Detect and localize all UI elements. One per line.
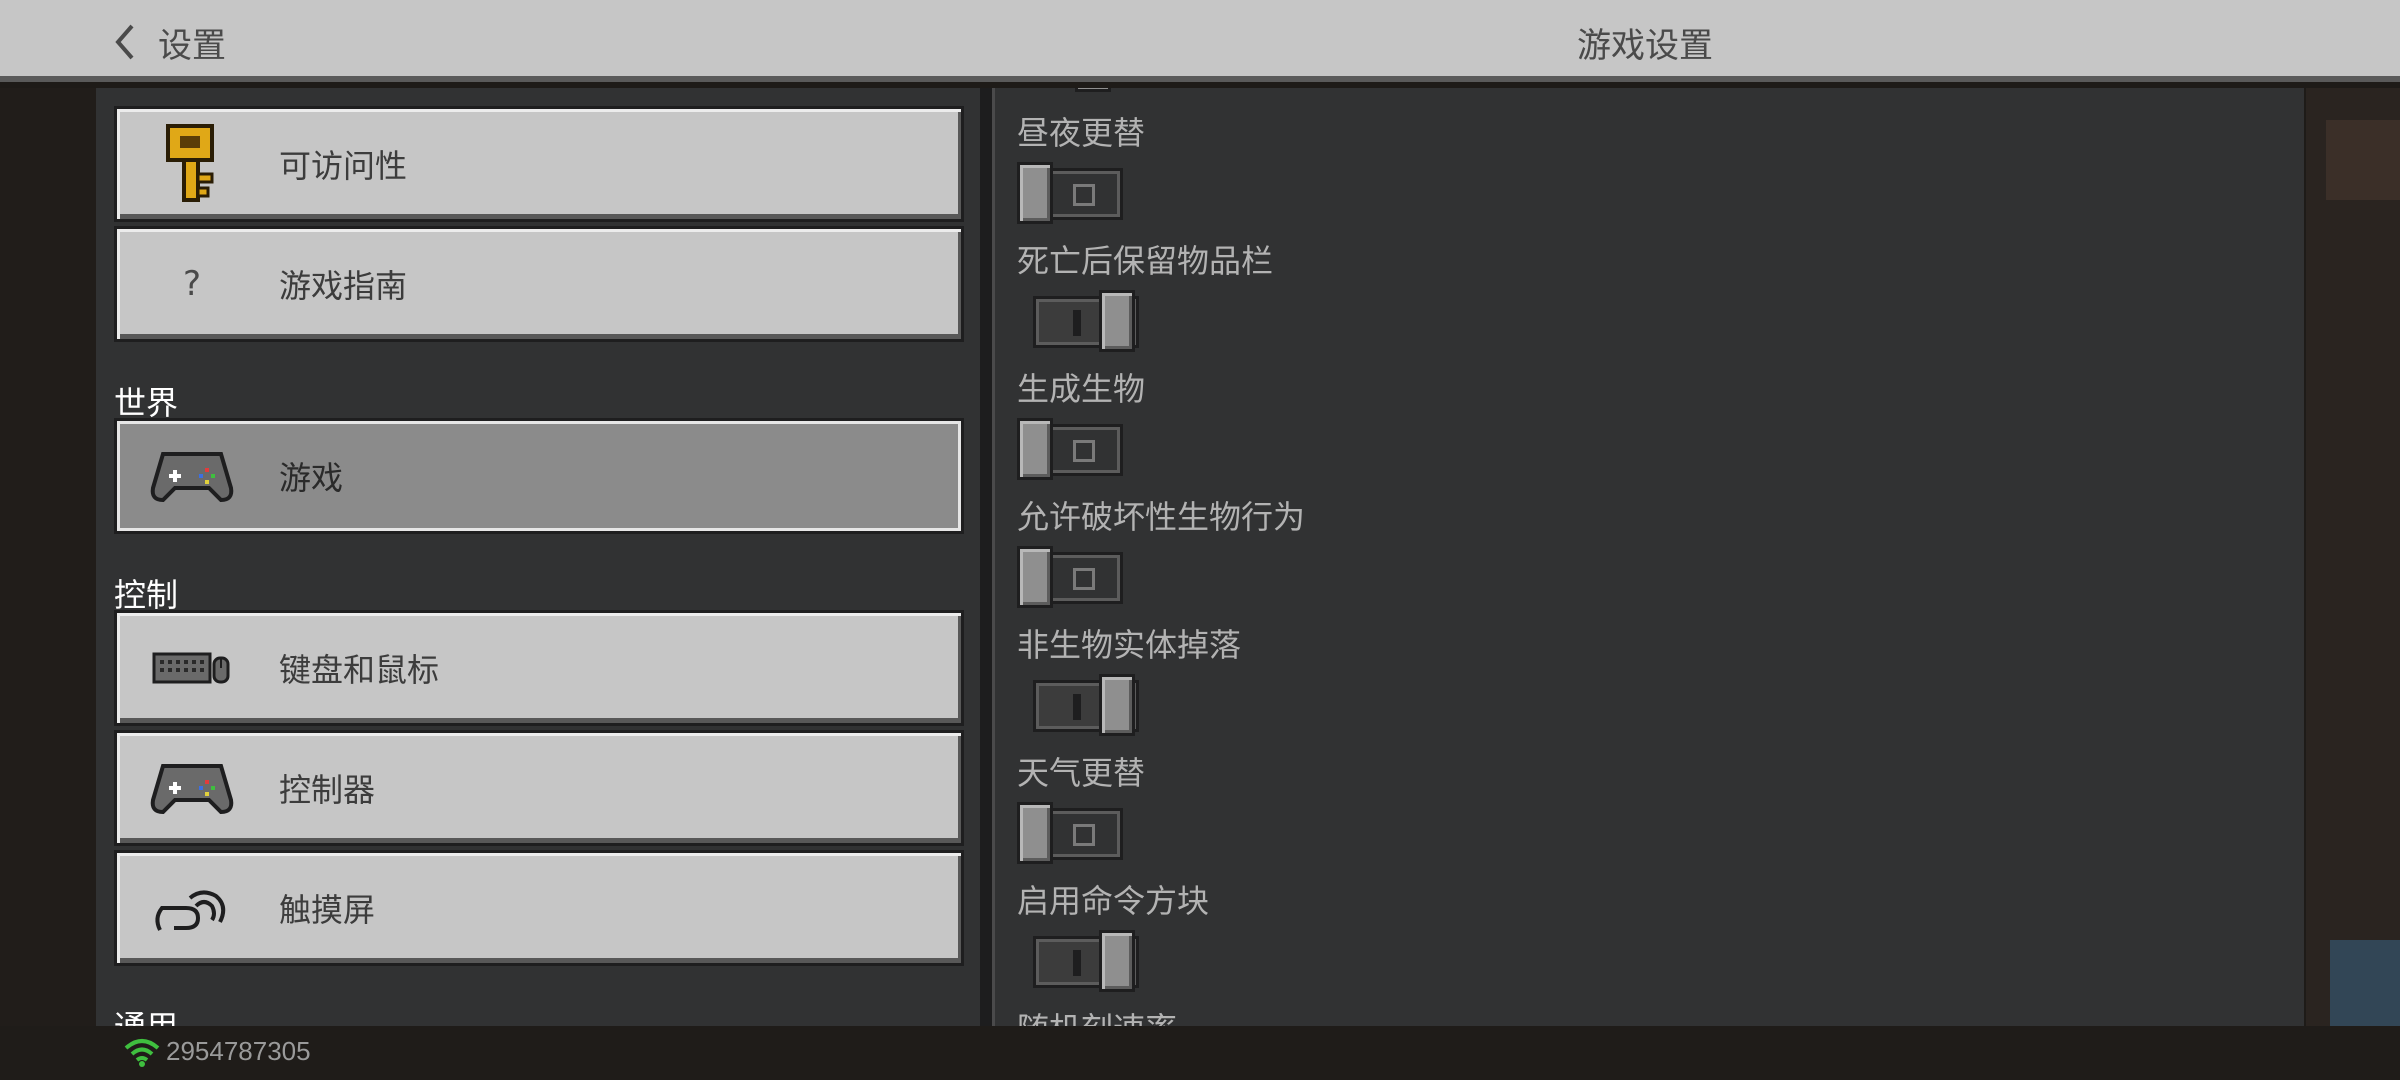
chevron-left-icon [115,24,134,60]
toggle-knob [1017,418,1053,480]
menu-item-controller[interactable]: 控制器 [114,730,964,846]
toggle-off-mark [1073,824,1095,846]
key-icon [137,114,247,214]
toggle-weather-cycle[interactable] [1017,802,1123,864]
background-block [2306,88,2400,1026]
toggle-knob [1017,802,1053,864]
setting-label: 启用命令方块 [1017,882,1210,920]
menu-item-touch[interactable]: 触摸屏 [114,850,964,966]
toggle-knob [1099,290,1135,352]
toggle-knob [1017,162,1053,224]
toggle-command-blocks[interactable] [1017,930,1139,992]
setting-label: 允许破坏性生物行为 [1017,498,1306,536]
background-block [0,88,96,1026]
toggle-knob [1099,930,1135,992]
touch-hand-icon [137,858,247,958]
menu-item-game[interactable]: 游戏 [114,418,964,534]
menu-item-accessibility[interactable]: 可访问性 [114,106,964,222]
wifi-icon [124,1039,160,1067]
toggle-entity-drops[interactable] [1017,674,1139,736]
menu-item-keyboard-mouse[interactable]: 键盘和鼠标 [114,610,964,726]
toggle-knob [1017,546,1053,608]
back-button[interactable]: 设置 [112,14,226,70]
page-title: 游戏设置 [1577,26,1713,66]
toggle-off-mark [1073,184,1095,206]
keyboard-mouse-icon [137,618,247,718]
settings-category-panel[interactable]: 可访问性 ? 游戏指南 世界 游戏 控制 键盘和鼠标 控制器 触摸屏 [96,88,980,1026]
back-label: 设置 [158,25,226,66]
question-mark-icon: ? [182,264,202,304]
toggle-knob-partial [1075,88,1111,92]
setting-label: 生成生物 [1017,370,1146,408]
background-block [2326,120,2400,200]
menu-item-label: 触摸屏 [279,891,376,929]
toggle-daylight-cycle[interactable] [1017,162,1123,224]
menu-item-label: 游戏 [279,459,344,497]
setting-label: 天气更替 [1017,754,1146,792]
toggle-mob-griefing[interactable] [1017,546,1123,608]
status-text: 2954787305 [166,1036,311,1066]
toggle-on-mark [1073,950,1081,976]
toggle-on-mark [1073,310,1081,336]
gamepad-icon [137,426,247,526]
toggle-off-mark [1073,568,1095,590]
gamepad-icon [137,738,247,838]
setting-label: 非生物实体掉落 [1017,626,1242,664]
menu-item-label: 游戏指南 [279,267,408,305]
background-block [2330,940,2400,1026]
game-settings-panel[interactable]: 昼夜更替 死亡后保留物品栏 生成生物 允许破坏性生物行为 非生物实体掉落 天气更… [992,88,2304,1026]
menu-item-label: 键盘和鼠标 [279,651,440,689]
menu-item-how-to-play[interactable]: ? 游戏指南 [114,226,964,342]
setting-label: 昼夜更替 [1017,114,1146,152]
section-heading-general: 通用 [114,1002,178,1026]
toggle-knob [1099,674,1135,736]
top-header: 设置 游戏设置 [0,0,2400,82]
toggle-off-mark [1073,440,1095,462]
toggle-keep-inventory[interactable] [1017,290,1139,352]
setting-label: 随机刻速率 [1017,1004,1177,1026]
panel-divider [980,88,992,1026]
toggle-on-mark [1073,694,1081,720]
menu-item-label: 控制器 [279,771,376,809]
menu-item-label: 可访问性 [279,147,408,185]
toggle-mob-spawning[interactable] [1017,418,1123,480]
status-bar: 2954787305 [0,1026,2400,1080]
setting-label: 死亡后保留物品栏 [1017,242,1274,280]
